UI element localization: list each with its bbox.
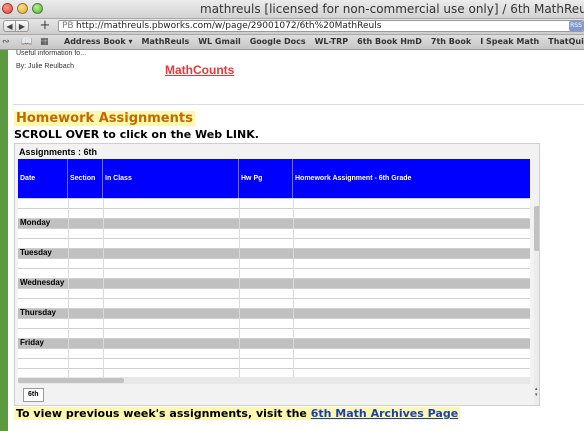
vertical-scrollbar[interactable]: [534, 206, 539, 405]
mathcounts-link[interactable]: MathCounts: [165, 63, 234, 77]
column-divider: [239, 198, 240, 377]
window-titlebar: mathreuls [licensed for non-commercial u…: [0, 0, 584, 19]
site-favicon-icon: PB: [62, 21, 74, 31]
back-button[interactable]: ◀: [3, 20, 16, 32]
bookmark-item[interactable]: Address Book ▾: [64, 37, 133, 46]
bookmarks-bar: ∾ 📖 ▦ Address Book ▾ MathReuls WL Gmail Goo…: [0, 35, 584, 50]
table-row: [18, 238, 530, 248]
address-bar[interactable]: PB http://mathreuls.pbworks.com/w/page/2…: [58, 20, 584, 32]
left-accent-bar: [0, 50, 8, 431]
bookmark-item[interactable]: 6th Book HmD: [357, 37, 422, 46]
day-row: Friday: [18, 338, 530, 348]
window-title: mathreuls [licensed for non-commercial u…: [200, 2, 584, 16]
column-header-section: Section: [68, 159, 103, 198]
forward-button[interactable]: ▶: [16, 20, 29, 32]
archives-page-link[interactable]: 6th Math Archives Page: [311, 407, 458, 420]
author-byline: By: Julie Reulbach: [16, 63, 74, 70]
column-header-hw-pg: Hw Pg: [239, 159, 293, 198]
table-row: [18, 358, 530, 368]
url-text[interactable]: http://mathreuls.pbworks.com/w/page/2900…: [76, 21, 381, 32]
table-row: [18, 368, 530, 377]
day-row: Thursday: [18, 308, 530, 318]
close-window-button[interactable]: [2, 3, 13, 14]
vertical-scroll-thumb[interactable]: [534, 206, 539, 251]
table-row: [18, 298, 530, 308]
bookmark-item[interactable]: MathReuls: [142, 37, 190, 46]
day-row: Monday: [18, 218, 530, 228]
rss-icon[interactable]: RSS: [569, 21, 583, 31]
column-header-homework-assignment: Homework Assignment - 6th Grade: [295, 175, 412, 182]
grid-view-icon[interactable]: ▦: [40, 35, 49, 49]
scroll-arrows-icon[interactable]: ▴ ▾: [535, 386, 538, 398]
assignments-grid[interactable]: Date Section In Class Hw Pg Homework Ass…: [18, 159, 530, 377]
table-row: [18, 268, 530, 278]
bookmark-items: Address Book ▾ MathReuls WL Gmail Google Do…: [64, 35, 584, 49]
homework-heading: Homework Assignments: [14, 111, 195, 126]
horizontal-scroll-thumb[interactable]: [18, 378, 124, 383]
table-row: [18, 228, 530, 238]
scroll-instruction: SCROLL OVER to click on the Web LINK.: [14, 128, 259, 141]
navigation-toolbar: ◀ ▶ + PB http://mathreuls.pbworks.com/w/…: [0, 19, 584, 35]
minimize-window-button[interactable]: [17, 3, 28, 14]
sidebar-info: Useful information fo... By: Julie Reulb…: [16, 50, 156, 70]
bookmark-item[interactable]: WL Gmail: [198, 37, 241, 46]
table-row: [18, 208, 530, 218]
divider: [13, 104, 584, 105]
book-icon[interactable]: 📖: [21, 35, 32, 49]
spreadsheet-title: Assignments : 6th: [19, 147, 98, 157]
bookmark-item[interactable]: Google Docs: [250, 37, 306, 46]
column-divider: [103, 198, 104, 377]
column-header-date: Date: [18, 159, 68, 198]
table-row: [18, 348, 530, 358]
table-row: [18, 328, 530, 338]
reader-icon[interactable]: ∾: [2, 35, 10, 49]
day-row: Tuesday: [18, 248, 530, 258]
column-divider: [293, 198, 294, 377]
zoom-window-button[interactable]: [32, 3, 43, 14]
page-content: Useful information fo... By: Julie Reulb…: [8, 50, 584, 431]
day-row: Wednesday: [18, 278, 530, 288]
archives-note: To view previous week's assignments, vis…: [14, 407, 461, 420]
column-divider: [68, 198, 69, 377]
bookmark-item[interactable]: ThatQuiz For Teachers: [548, 37, 584, 46]
bookmark-item[interactable]: WL-TRP: [315, 37, 349, 46]
column-header-in-class: In Class: [103, 159, 239, 198]
assignments-spreadsheet[interactable]: Assignments : 6th Date Section In Class …: [14, 143, 540, 406]
table-header: Date Section In Class Hw Pg Homework Ass…: [18, 159, 530, 198]
archives-note-text: To view previous week's assignments, vis…: [16, 407, 311, 420]
table-row: [18, 288, 530, 298]
table-row: [18, 318, 530, 328]
table-row: [18, 198, 530, 208]
horizontal-scrollbar[interactable]: [18, 377, 530, 384]
add-bookmark-button[interactable]: +: [39, 19, 51, 33]
useful-info-text: Useful information fo...: [16, 50, 87, 57]
bookmark-item[interactable]: 7th Book: [431, 37, 471, 46]
sheet-tab-6th[interactable]: 6th: [23, 388, 44, 402]
table-row: [18, 258, 530, 268]
bookmark-item[interactable]: I Speak Math: [480, 37, 539, 46]
